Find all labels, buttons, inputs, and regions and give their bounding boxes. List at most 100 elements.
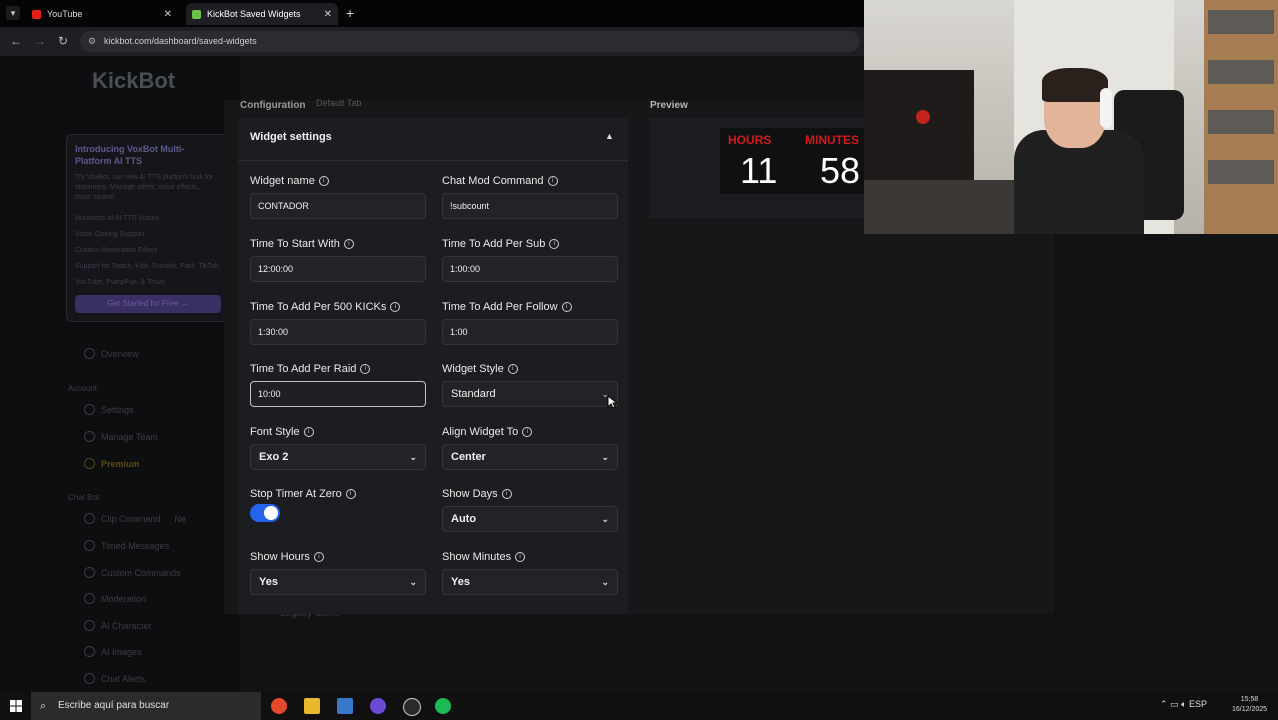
- info-icon[interactable]: i: [360, 364, 371, 374]
- info-icon[interactable]: i: [303, 427, 314, 437]
- sidebar-item-ai-character[interactable]: AI Character: [84, 620, 152, 631]
- volume-icon[interactable]: 🔈︎: [1181, 699, 1186, 709]
- network-icon[interactable]: ▭: [1170, 699, 1179, 709]
- info-icon[interactable]: i: [515, 552, 526, 562]
- chrome-icon[interactable]: [271, 698, 287, 714]
- show-hours-select[interactable]: Yes ⌄: [250, 569, 426, 595]
- label-text: Align Widget To: [442, 426, 519, 438]
- sidebar-item-chat-alerts[interactable]: Chat Alerts: [84, 673, 145, 684]
- kickbot-logo[interactable]: KickBot: [92, 68, 175, 94]
- clip-icon: [84, 513, 95, 524]
- time-per-500-kicks-input[interactable]: 1:30:00: [250, 319, 426, 345]
- site-info-icon[interactable]: ⚙: [88, 31, 96, 52]
- sidebar-item-timed-messages[interactable]: Timed Messages: [84, 540, 169, 551]
- sidebar-item-clip-command[interactable]: Clip Command Ne: [84, 513, 186, 524]
- tab-label: KickBot Saved Widgets: [207, 9, 301, 19]
- windows-start-icon[interactable]: [10, 700, 22, 712]
- sidebar-item-premium[interactable]: Premium: [84, 458, 140, 469]
- forward-icon[interactable]: →: [34, 34, 46, 48]
- select-value: Center: [451, 451, 486, 463]
- chevron-down-icon: ⌄: [409, 452, 417, 462]
- time-per-sub-input[interactable]: 1:00:00: [442, 256, 618, 282]
- tab-kickbot[interactable]: KickBot Saved Widgets ✕: [186, 3, 338, 25]
- info-icon[interactable]: i: [549, 239, 560, 249]
- time-per-500-kicks-label: Time To Add Per 500 KICKs i: [250, 301, 401, 313]
- discord-icon[interactable]: [370, 698, 386, 714]
- timer-preview: HOURS 11 MINUTES 58: [720, 128, 864, 194]
- language-indicator[interactable]: ESP: [1189, 699, 1207, 709]
- divider: [238, 160, 628, 161]
- pc-case: [864, 70, 974, 190]
- sidebar-item-settings[interactable]: Settings: [84, 404, 134, 415]
- collapse-chevron-icon[interactable]: ▲: [605, 131, 614, 141]
- show-days-select[interactable]: Auto ⌄: [442, 506, 618, 532]
- widget-name-input[interactable]: CONTADOR: [250, 193, 426, 219]
- sidebar-item-label: Manage Team: [101, 431, 158, 442]
- info-icon[interactable]: i: [522, 427, 533, 437]
- promo-feature: Custom Moderation Filters: [75, 247, 158, 254]
- align-widget-select[interactable]: Center ⌄: [442, 444, 618, 470]
- sidebar-item-label: AI Character: [101, 620, 152, 631]
- sidebar-item-ai-images[interactable]: AI Images: [84, 646, 142, 657]
- chevron-up-icon[interactable]: ⌃: [1160, 699, 1168, 709]
- info-icon[interactable]: i: [345, 489, 356, 499]
- tab-list-button[interactable]: ▾: [6, 6, 20, 20]
- info-icon[interactable]: i: [501, 489, 512, 499]
- sidebar-item-label: Moderation: [101, 593, 147, 604]
- show-minutes-select[interactable]: Yes ⌄: [442, 569, 618, 595]
- clock[interactable]: 15:58 16/12/2025: [1232, 695, 1267, 715]
- taskbar-search[interactable]: ⌕ Escribe aquí para buscar: [31, 692, 261, 720]
- card-title: Widget settings: [250, 131, 332, 143]
- label-text: Show Minutes: [442, 551, 512, 563]
- app-icon[interactable]: [337, 698, 353, 714]
- chat-mod-command-input[interactable]: !subcount: [442, 193, 618, 219]
- label-text: Time To Add Per Raid: [250, 363, 357, 375]
- toggle-knob: [264, 506, 278, 520]
- reload-icon[interactable]: ↻: [58, 34, 68, 48]
- info-icon[interactable]: i: [390, 302, 401, 312]
- sidebar-item-label: Timed Messages: [101, 540, 170, 551]
- stop-timer-toggle[interactable]: [250, 504, 280, 522]
- sidebar-item-label: AI Images: [101, 646, 142, 657]
- close-tab-icon[interactable]: ✕: [324, 9, 332, 20]
- info-icon[interactable]: i: [313, 552, 324, 562]
- info-icon[interactable]: i: [561, 302, 572, 312]
- obs-icon[interactable]: [403, 698, 421, 716]
- sidebar-item-overview[interactable]: Overview: [84, 348, 139, 359]
- info-icon[interactable]: i: [547, 176, 558, 186]
- font-style-label: Font Style i: [250, 426, 314, 438]
- tab-configuration[interactable]: Configuration: [240, 100, 306, 111]
- overview-icon: [84, 348, 95, 359]
- time-to-start-input[interactable]: 12:00:00: [250, 256, 426, 282]
- info-icon[interactable]: i: [507, 364, 518, 374]
- show-minutes-label: Show Minutes i: [442, 551, 526, 563]
- promo-cta-button[interactable]: Get Started for Free →: [75, 295, 221, 313]
- tab-secondary[interactable]: Default Tab: [316, 98, 361, 108]
- sidebar-item-custom-commands[interactable]: Custom Commands: [84, 567, 181, 578]
- promo-title: Introducing VoxBot Multi-Platform AI TTS: [75, 144, 185, 166]
- widget-name-label: Widget name i: [250, 175, 329, 187]
- time-per-raid-input[interactable]: 10:00: [250, 381, 426, 407]
- person-hair: [1042, 68, 1108, 102]
- tab-youtube[interactable]: YouTube ✕: [26, 3, 178, 25]
- spotify-icon[interactable]: [435, 698, 451, 714]
- url-text: kickbot.com/dashboard/saved-widgets: [104, 36, 257, 46]
- sidebar-item-label: Chat Alerts: [101, 673, 146, 684]
- url-field[interactable]: ⚙ kickbot.com/dashboard/saved-widgets: [80, 31, 860, 52]
- browser-tab-bar: ▾ YouTube ✕ KickBot Saved Widgets ✕ +: [0, 0, 864, 27]
- new-tab-button[interactable]: +: [346, 5, 354, 21]
- back-icon[interactable]: ←: [10, 34, 22, 48]
- widget-style-select[interactable]: Standard ⌄: [442, 381, 618, 407]
- promo-feature: Support for Twitch, Kick, Rumble, Parti,…: [75, 263, 221, 286]
- close-tab-icon[interactable]: ✕: [164, 9, 172, 20]
- font-style-select[interactable]: Exo 2 ⌄: [250, 444, 426, 470]
- info-icon[interactable]: i: [318, 176, 329, 186]
- file-explorer-icon[interactable]: [304, 698, 320, 714]
- sidebar-item-manage-team[interactable]: Manage Team: [84, 431, 158, 442]
- character-icon: [84, 620, 95, 631]
- promo-features: Hundreds of AI TTS Voices Voice Cloning …: [75, 211, 229, 291]
- label-text: Show Hours: [250, 551, 310, 563]
- time-per-follow-input[interactable]: 1:00: [442, 319, 618, 345]
- sidebar-item-moderation[interactable]: Moderation: [84, 593, 146, 604]
- info-icon[interactable]: i: [343, 239, 354, 249]
